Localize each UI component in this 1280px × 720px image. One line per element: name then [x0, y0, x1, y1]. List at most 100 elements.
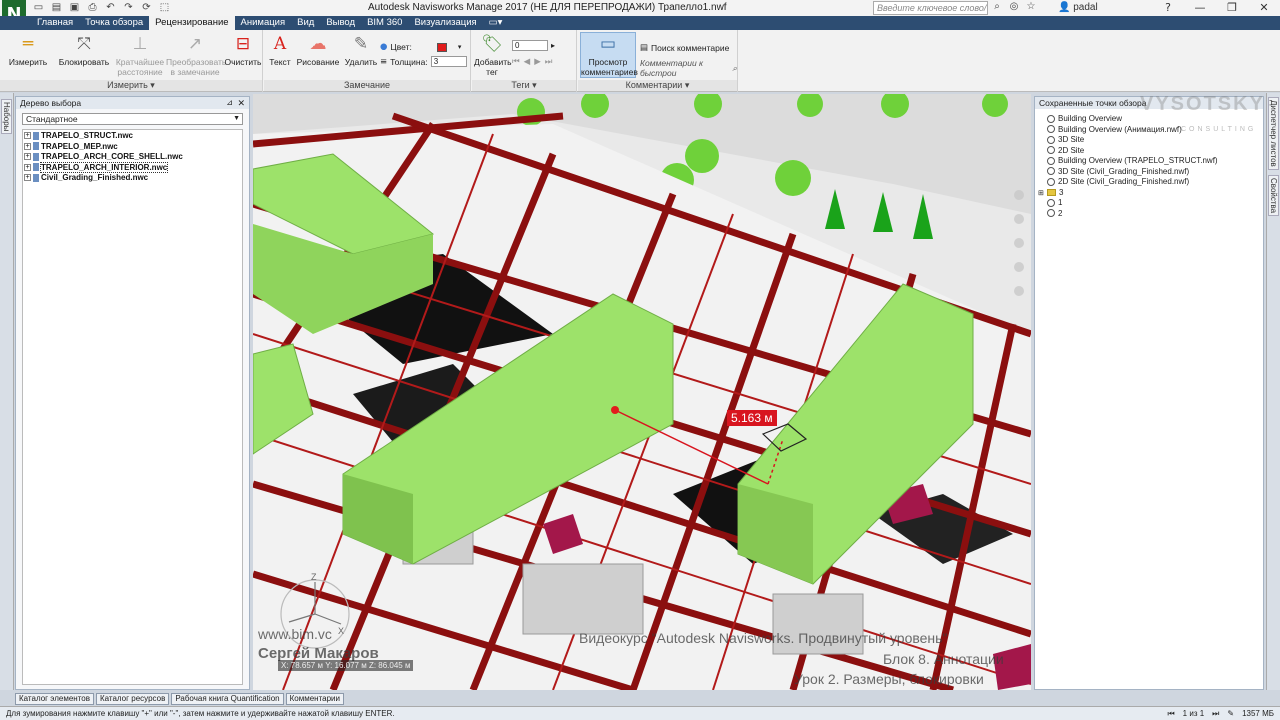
pin-icon[interactable]: ⊿	[226, 97, 233, 109]
convert-to-redline-button[interactable]: ↗ Преобразовать в замечание	[166, 33, 226, 77]
tab-options-icon[interactable]: ▭▾	[483, 16, 509, 30]
save-icon[interactable]: ▣	[68, 2, 81, 14]
search-icon[interactable]: ⌕	[990, 1, 1004, 12]
close-icon[interactable]: ✕	[237, 97, 245, 109]
binoculars-icon[interactable]: ◎	[1007, 1, 1021, 12]
file-icon	[33, 152, 39, 161]
expand-icon[interactable]: +	[24, 153, 31, 161]
expand-icon[interactable]: +	[24, 163, 31, 171]
first-tag-icon[interactable]: ⏮	[512, 56, 520, 67]
restore-button[interactable]: ❐	[1216, 0, 1248, 16]
viewpoint-folder[interactable]: ⊞ 3	[1035, 188, 1263, 199]
tab-animation[interactable]: Анимация	[235, 16, 292, 30]
viewpoint-item[interactable]: 3D Site	[1035, 135, 1263, 146]
viewpoint-icon	[1047, 167, 1055, 176]
tree-item[interactable]: + TRAPELO_ARCH_INTERIOR.nwc	[24, 161, 241, 174]
measure-button[interactable]: ═ Измерить	[6, 33, 50, 67]
navigation-bar[interactable]	[1012, 190, 1026, 310]
expand-icon[interactable]: +	[24, 174, 31, 182]
viewpoint-icon	[1047, 114, 1055, 123]
overlay-lesson: Урок 2. Размеры, блокировки	[794, 671, 984, 687]
chevron-down-icon[interactable]: ▾	[458, 43, 462, 51]
viewpoint-item[interactable]: 2D Site (Civil_Grading_Finished.nwf)	[1035, 177, 1263, 188]
help-icon[interactable]: ?	[1152, 0, 1184, 16]
tab-viewpoint[interactable]: Точка обзора	[79, 16, 149, 30]
print-icon[interactable]: ⎙	[86, 2, 99, 14]
star-icon[interactable]: ☆	[1024, 1, 1038, 12]
sheet-browser-tab[interactable]: Диспетчер листов	[1268, 97, 1279, 170]
tab-bim360[interactable]: BIM 360	[361, 16, 408, 30]
tab-comments[interactable]: Комментарии	[285, 693, 344, 705]
tree-item[interactable]: + TRAPELO_MEP.nwc	[24, 142, 241, 153]
user-account[interactable]: 👤 padal	[1058, 2, 1098, 13]
shortest-distance-button[interactable]: ⊥ Кратчайшее расстояние	[114, 33, 166, 77]
clear-button[interactable]: ⊟ Очистить	[224, 33, 262, 67]
quick-find-field[interactable]: Комментарии к быстрои ⌕	[640, 58, 737, 78]
view-comments-button[interactable]: ▭ Просмотр комментариев	[580, 32, 638, 78]
lock-button[interactable]: ⤧ Блокировать	[56, 33, 112, 67]
file-icon	[33, 131, 39, 140]
tree-mode-select[interactable]: Стандартное ▼	[22, 113, 243, 125]
prev-tag-icon[interactable]: ◀	[524, 56, 531, 67]
3d-viewport[interactable]: Z X	[253, 94, 1031, 690]
erase-button[interactable]: ✎ Удалить	[344, 33, 378, 67]
zoom-icon[interactable]	[1014, 238, 1024, 248]
viewpoint-item[interactable]: Building Overview (TRAPELO_STRUCT.nwf)	[1035, 156, 1263, 167]
measure-group-label[interactable]: Измерить ▾	[0, 80, 262, 91]
pan-icon[interactable]	[1014, 214, 1024, 224]
next-tag-icon[interactable]: ▶	[534, 56, 541, 67]
redo-icon[interactable]: ↷	[122, 2, 135, 14]
minimize-button[interactable]: —	[1184, 0, 1216, 16]
tree-item[interactable]: + TRAPELO_STRUCT.nwc	[24, 131, 241, 142]
undo-icon[interactable]: ↶	[104, 2, 117, 14]
viewpoint-icon	[1047, 198, 1055, 207]
tab-resource-catalog[interactable]: Каталог ресурсов	[95, 693, 170, 705]
properties-tab[interactable]: Свойства	[1268, 175, 1279, 217]
tab-output[interactable]: Вывод	[320, 16, 361, 30]
page-indicator: 1 из 1	[1182, 709, 1205, 718]
tags-group-label[interactable]: Теги ▾	[472, 80, 576, 91]
viewpoint-item[interactable]: 1	[1035, 198, 1263, 209]
viewpoint-item[interactable]: 2	[1035, 209, 1263, 220]
tab-view[interactable]: Вид	[291, 16, 320, 30]
first-page-icon[interactable]: ⏮	[1167, 707, 1174, 720]
color-swatch[interactable]	[436, 42, 447, 52]
tree-item[interactable]: + TRAPELO_ARCH_CORE_SHELL.nwc	[24, 152, 241, 163]
open-file-icon[interactable]: ▤	[50, 2, 63, 14]
sets-tab[interactable]: Наборы	[1, 99, 12, 135]
look-icon[interactable]	[1014, 286, 1024, 296]
select-icon[interactable]: ⬚	[158, 2, 171, 14]
new-file-icon[interactable]: ▭	[32, 2, 45, 14]
last-tag-icon[interactable]: ⏭	[545, 56, 553, 67]
viewpoint-icon	[1047, 135, 1055, 144]
status-hint: Для зумирования нажмите клавишу "+" или …	[6, 709, 395, 718]
quick-access-toolbar: ▭ ▤ ▣ ⎙ ↶ ↷ ⟳ ⬚	[32, 2, 171, 15]
draw-button[interactable]: ☁ Рисование	[296, 33, 340, 67]
tab-quantification-workbook[interactable]: Рабочая книга Quantification	[171, 693, 284, 705]
close-button[interactable]: ✕	[1248, 0, 1280, 16]
refresh-icon[interactable]: ⟳	[140, 2, 153, 14]
folder-icon	[1047, 188, 1056, 196]
expand-icon[interactable]: +	[24, 132, 31, 140]
tab-home[interactable]: Главная	[31, 16, 79, 30]
viewpoint-item[interactable]: 2D Site	[1035, 146, 1263, 157]
comments-group-label[interactable]: Комментарии ▾	[578, 80, 737, 91]
add-tag-button[interactable]: 🏷 Добавить тег	[474, 33, 512, 77]
orbit-icon[interactable]	[1014, 262, 1024, 272]
file-icon	[33, 173, 39, 182]
pencil-icon[interactable]: ✎	[1227, 707, 1234, 720]
tag-id-stepper[interactable]: 0	[512, 40, 548, 51]
find-comments-button[interactable]: ▤ Поиск комментарие	[640, 42, 729, 53]
tab-review[interactable]: Рецензирование	[149, 16, 235, 30]
search-input[interactable]: Введите ключевое слово/фразу	[873, 1, 988, 25]
last-page-icon[interactable]: ⏭	[1212, 707, 1219, 720]
thickness-stepper[interactable]: 3	[430, 56, 467, 67]
steering-wheel-icon[interactable]	[1014, 190, 1024, 200]
tab-render[interactable]: Визуализация	[408, 16, 482, 30]
tag-icon-small: ▸	[551, 41, 556, 50]
text-button[interactable]: A Текст	[266, 33, 294, 67]
viewpoint-item[interactable]: 3D Site (Civil_Grading_Finished.nwf)	[1035, 167, 1263, 178]
expand-icon[interactable]: +	[24, 142, 31, 150]
tab-item-catalog[interactable]: Каталог элементов	[15, 693, 94, 705]
tree-item[interactable]: + Civil_Grading_Finished.nwc	[24, 173, 241, 184]
